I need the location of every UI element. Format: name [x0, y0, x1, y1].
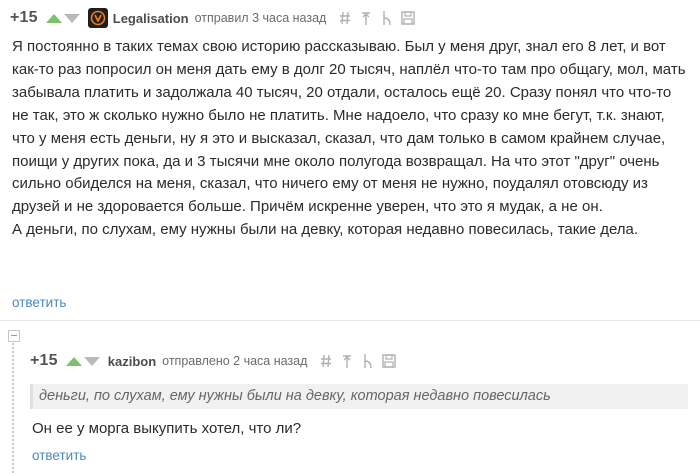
downvote-arrow-icon[interactable]: [63, 13, 80, 23]
parent-arrow-icon[interactable]: [338, 352, 356, 370]
reply-link[interactable]: ответить: [32, 448, 86, 463]
comment-body: Я постоянно в таких темах свою историю р…: [12, 36, 688, 242]
reply-link[interactable]: ответить: [12, 295, 66, 310]
comment-header: +15 kazibon отправлено 2 часа назад: [30, 349, 401, 373]
thread-line[interactable]: [12, 335, 14, 473]
comment-timestamp: отправлено 2 часа назад: [162, 354, 308, 368]
comment-paragraph: Я постоянно в таких темах свою историю р…: [12, 38, 686, 216]
comment-body: Он ее у морга выкупить хотел, что ли?: [32, 420, 302, 437]
comment-rating: +15: [10, 9, 38, 26]
upvote-arrow-icon[interactable]: [65, 356, 82, 366]
branch-icon[interactable]: [359, 352, 377, 370]
hash-icon[interactable]: [336, 9, 354, 27]
comment-rating: +15: [30, 352, 58, 369]
parent-arrow-icon[interactable]: [357, 9, 375, 27]
hash-icon[interactable]: [317, 352, 335, 370]
quoted-text: деньги, по слухам, ему нужны были на дев…: [30, 384, 688, 409]
comment-timestamp: отправил 3 часа назад: [194, 11, 327, 25]
branch-icon[interactable]: [378, 9, 396, 27]
comment-author[interactable]: Legalisation: [113, 11, 189, 26]
comment-paragraph: А деньги, по слухам, ему нужны были на д…: [12, 221, 639, 239]
avatar[interactable]: [87, 8, 108, 28]
save-icon[interactable]: [399, 9, 417, 27]
comment-kazibon: +15 kazibon отправлено 2 часа назад день…: [0, 322, 700, 473]
avatar-logo-icon: [90, 10, 106, 26]
comment-author[interactable]: kazibon: [108, 354, 156, 369]
comment-legalisation: +15 Legalisation отправил 3 часа назад Я…: [0, 0, 700, 321]
upvote-arrow-icon[interactable]: [45, 13, 62, 23]
downvote-arrow-icon[interactable]: [83, 356, 100, 366]
save-icon[interactable]: [380, 352, 398, 370]
comment-header: +15 Legalisation отправил 3 часа назад: [10, 6, 420, 30]
collapse-thread-icon[interactable]: [8, 330, 20, 342]
